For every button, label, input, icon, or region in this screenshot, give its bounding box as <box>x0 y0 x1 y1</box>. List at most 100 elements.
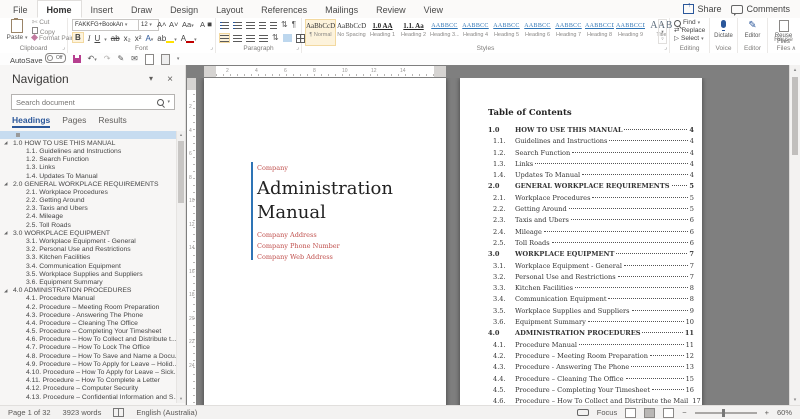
comments-button[interactable]: Comments <box>731 4 790 14</box>
collapse-triangle-icon[interactable]: ◢ <box>4 230 13 236</box>
nav-heading-item[interactable]: 2.4. Mileage <box>0 213 176 221</box>
toc-entry[interactable]: 3.3.Kitchen Facilities8 <box>488 284 694 295</box>
nav-heading-item[interactable]: 3.1. Workplace Equipment - General <box>0 237 176 245</box>
editor-button[interactable]: ✎ <box>738 20 767 31</box>
text-effects-button[interactable]: A▾ <box>145 34 153 43</box>
print-preview-button[interactable] <box>161 54 170 65</box>
company-contact-block[interactable]: Company Address Company Phone Number Com… <box>257 230 340 263</box>
toc-entry[interactable]: 4.0ADMINISTRATION PROCEDURES11 <box>488 329 694 340</box>
nav-heading-item[interactable]: 4.3. Procedure - Answering The Phone <box>0 311 176 319</box>
doc-scroll-up-icon[interactable]: ▴ <box>790 65 800 75</box>
style-heading-8[interactable]: AABBCCDHeading 8 <box>584 19 615 46</box>
paragraph-dialog-launcher[interactable]: ⌟ <box>296 45 299 52</box>
nav-heading-item[interactable]: ◢2.0 GENERAL WORKPLACE REQUIREMENTS <box>0 180 176 188</box>
grow-font-button[interactable]: A˄ <box>157 19 166 30</box>
nav-heading-item[interactable]: 3.3. Kitchen Facilities <box>0 254 176 262</box>
nav-scroll-thumb[interactable] <box>178 141 184 203</box>
style-no-spacing[interactable]: AaBbCcDdNo Spacing <box>336 19 367 46</box>
shrink-font-button[interactable]: A˅ <box>169 19 178 30</box>
doc-scroll-thumb[interactable] <box>792 77 798 155</box>
web-layout-button[interactable] <box>663 408 674 418</box>
nav-heading-item[interactable]: 2.2. Getting Around <box>0 197 176 205</box>
increase-indent-button[interactable] <box>270 21 277 29</box>
ribbon-tab-design[interactable]: Design <box>161 0 207 18</box>
zoom-out-button[interactable]: − <box>682 408 686 417</box>
clear-formatting-button[interactable]: A◾ <box>200 19 214 30</box>
cut-button[interactable]: ✄ Cut <box>32 19 49 27</box>
style-heading-7[interactable]: AABBCCHeading 7 <box>553 19 584 46</box>
style-heading-9[interactable]: AABBCCDHeading 9 <box>615 19 646 46</box>
company-name-field[interactable]: Company <box>257 164 288 172</box>
toc-entry[interactable]: 2.3.Taxis and Ubers6 <box>488 216 694 227</box>
ribbon-tab-mailings[interactable]: Mailings <box>316 0 367 18</box>
paste-dropdown-arrow[interactable]: ▾ <box>25 35 28 41</box>
save-button[interactable] <box>73 55 81 63</box>
toc-entry[interactable]: 1.4.Updates To Manual4 <box>488 171 694 182</box>
document-title[interactable]: Administration Manual <box>257 177 392 226</box>
qat-customize-dropdown[interactable]: ▾ <box>177 56 180 62</box>
nav-heading-item[interactable]: 4.1. Procedure Manual <box>0 295 176 303</box>
nav-tab-pages[interactable]: Pages <box>62 115 86 128</box>
undo-button[interactable]: ↶▾ <box>88 54 97 65</box>
print-layout-button[interactable] <box>644 408 655 418</box>
select-button[interactable]: ▷Select▾ <box>674 35 704 43</box>
document-scrollbar[interactable]: ▴ ▾ <box>789 65 800 405</box>
company-phone-field[interactable]: Company Phone Number <box>257 241 340 252</box>
toc-entry[interactable]: 4.6.Procedure – How To Collect and Distr… <box>488 397 694 405</box>
nav-scroll-down-icon[interactable]: ▾ <box>177 395 185 403</box>
shading-button[interactable] <box>283 34 292 42</box>
nav-heading-item[interactable]: 4.8. Procedure – How To Save and Name a … <box>0 352 176 360</box>
search-dropdown-icon[interactable]: ▾ <box>167 99 170 105</box>
align-left-button[interactable] <box>220 34 229 42</box>
show-paragraph-marks-button[interactable]: ¶ <box>292 20 296 30</box>
nav-tab-headings[interactable]: Headings <box>12 115 50 128</box>
numbering-button[interactable] <box>233 21 242 29</box>
focus-button[interactable]: Focus <box>597 408 617 417</box>
nav-heading-item[interactable]: 4.9. Procedure – How To Apply for Leave … <box>0 360 176 368</box>
collapse-triangle-icon[interactable]: ◢ <box>4 140 13 146</box>
navigation-close-icon[interactable]: × <box>167 74 173 85</box>
toc-entry[interactable]: 3.6.Equipment Summary10 <box>488 318 694 329</box>
nav-heading-item[interactable]: 3.2. Personal Use and Restrictions <box>0 246 176 254</box>
zoom-in-button[interactable]: + <box>765 408 769 417</box>
share-button[interactable]: ↑ Share <box>683 4 721 14</box>
ribbon-tab-home[interactable]: Home <box>37 0 82 18</box>
doc-scroll-down-icon[interactable]: ▾ <box>790 395 800 405</box>
style-heading-3-[interactable]: AABBCCHeading 3... <box>429 19 460 46</box>
nav-heading-item[interactable]: 4.11. Procedure – How To Complete a Lett… <box>0 377 176 385</box>
change-case-button[interactable]: Aa▾ <box>182 19 194 32</box>
toc-entry[interactable]: 1.0HOW TO USE THIS MANUAL4 <box>488 126 694 137</box>
decrease-indent-button[interactable] <box>259 21 266 29</box>
superscript-button[interactable]: x² <box>135 34 142 43</box>
page-indicator[interactable]: Page 1 of 32 <box>8 408 51 417</box>
style-heading-5[interactable]: AABBCCHeading 5 <box>491 19 522 46</box>
zoom-percentage[interactable]: 60% <box>777 408 792 417</box>
nav-heading-item[interactable]: 1.1. Guidelines and Instructions <box>0 147 176 155</box>
ribbon-tab-references[interactable]: References <box>252 0 316 18</box>
search-document-input[interactable]: Search document ▾ <box>11 94 175 110</box>
ribbon-tab-insert[interactable]: Insert <box>82 0 123 18</box>
subscript-button[interactable]: x₂ <box>124 34 131 43</box>
nav-heading-item[interactable]: 4.10. Procedure – How To Apply for Leave… <box>0 368 176 376</box>
read-mode-button[interactable] <box>625 408 636 418</box>
strikethrough-button[interactable]: ab <box>111 34 120 43</box>
new-document-button[interactable] <box>145 54 154 65</box>
nav-heading-item[interactable]: 1.3. Links <box>0 164 176 172</box>
toc-entry[interactable]: 2.5.Toll Roads6 <box>488 239 694 250</box>
ink-pen-button[interactable]: ✎ <box>117 54 124 64</box>
nav-heading-item[interactable]: 1.2. Search Function <box>0 156 176 164</box>
paste-button[interactable]: Paste ▾ <box>4 19 30 44</box>
toc-entry[interactable]: 4.4.Procedure – Cleaning The Office15 <box>488 375 694 386</box>
align-right-button[interactable] <box>246 34 255 42</box>
navigation-options-chevron-icon[interactable]: ▾ <box>149 74 153 83</box>
toc-entry[interactable]: 1.2.Search Function4 <box>488 149 694 160</box>
ribbon-tab-draw[interactable]: Draw <box>122 0 161 18</box>
title-page[interactable]: Company Administration Manual Company Ad… <box>204 78 446 405</box>
nav-heading-item[interactable]: 1.4. Updates To Manual <box>0 172 176 180</box>
collapse-triangle-icon[interactable]: ◢ <box>4 288 13 294</box>
align-center-button[interactable] <box>233 34 242 42</box>
styles-gallery-scroll[interactable]: ▴ ▾ ▿ <box>658 19 667 44</box>
nav-heading-item[interactable]: 2.1. Workplace Procedures <box>0 188 176 196</box>
toc-entry[interactable]: 1.3.Links4 <box>488 160 694 171</box>
font-color-button[interactable]: A▾ <box>181 34 197 43</box>
